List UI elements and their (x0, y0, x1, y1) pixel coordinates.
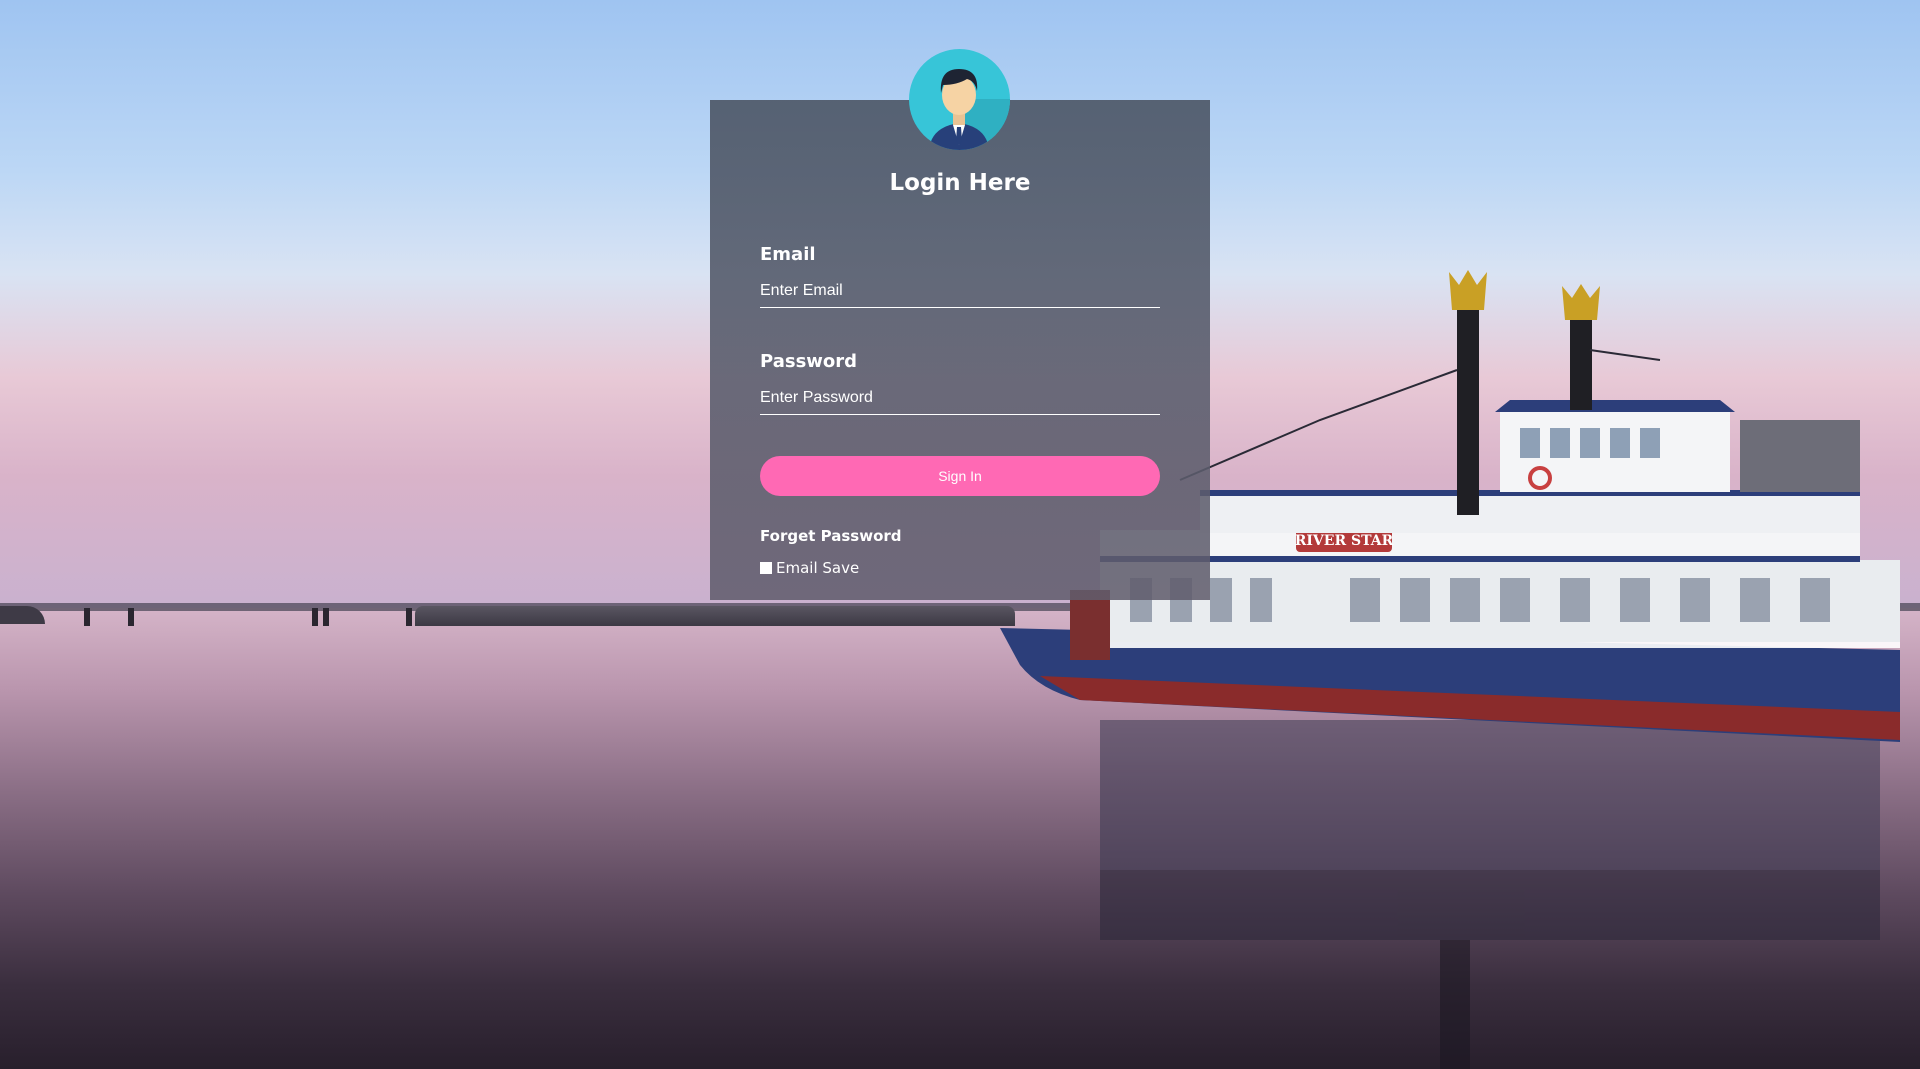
email-save-checkbox[interactable] (760, 562, 772, 574)
boat-name-plate: RIVER STAR (1295, 533, 1394, 549)
email-save-label[interactable]: Email Save (776, 559, 859, 577)
email-label: Email (760, 244, 816, 265)
email-input[interactable] (760, 274, 1160, 308)
user-avatar-icon (909, 49, 1010, 150)
password-label: Password (760, 351, 858, 372)
sign-in-button[interactable]: Sign In (760, 456, 1160, 496)
email-save-row: Email Save (760, 558, 859, 578)
password-input[interactable] (760, 381, 1160, 415)
forget-password-link[interactable]: Forget Password (760, 527, 902, 545)
login-title: Login Here (889, 170, 1031, 196)
